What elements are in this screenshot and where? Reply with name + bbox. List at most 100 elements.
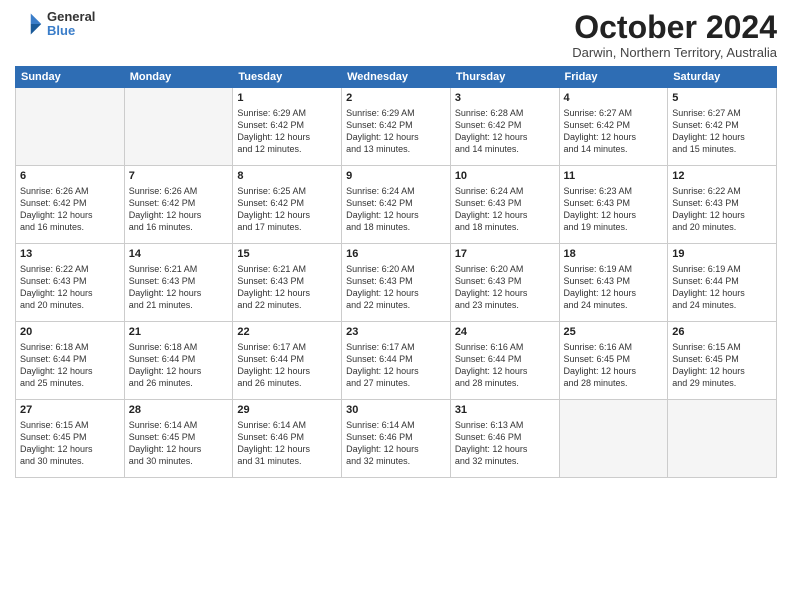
table-row: 24Sunrise: 6:16 AMSunset: 6:44 PMDayligh… bbox=[450, 322, 559, 400]
table-row: 4Sunrise: 6:27 AMSunset: 6:42 PMDaylight… bbox=[559, 88, 668, 166]
day-number: 11 bbox=[564, 169, 664, 184]
day-number: 4 bbox=[564, 91, 664, 106]
logo-text: General Blue bbox=[47, 10, 95, 39]
day-number: 18 bbox=[564, 247, 664, 262]
col-saturday: Saturday bbox=[668, 67, 777, 88]
day-info: Sunrise: 6:20 AMSunset: 6:43 PMDaylight:… bbox=[346, 263, 446, 312]
table-row: 28Sunrise: 6:14 AMSunset: 6:45 PMDayligh… bbox=[124, 400, 233, 478]
table-row: 5Sunrise: 6:27 AMSunset: 6:42 PMDaylight… bbox=[668, 88, 777, 166]
day-info: Sunrise: 6:24 AMSunset: 6:42 PMDaylight:… bbox=[346, 185, 446, 234]
day-info: Sunrise: 6:14 AMSunset: 6:46 PMDaylight:… bbox=[237, 419, 337, 468]
day-number: 3 bbox=[455, 91, 555, 106]
day-info: Sunrise: 6:26 AMSunset: 6:42 PMDaylight:… bbox=[129, 185, 229, 234]
header: General Blue October 2024 Darwin, Northe… bbox=[15, 10, 777, 60]
logo: General Blue bbox=[15, 10, 95, 39]
table-row: 2Sunrise: 6:29 AMSunset: 6:42 PMDaylight… bbox=[342, 88, 451, 166]
day-info: Sunrise: 6:26 AMSunset: 6:42 PMDaylight:… bbox=[20, 185, 120, 234]
table-row: 13Sunrise: 6:22 AMSunset: 6:43 PMDayligh… bbox=[16, 244, 125, 322]
day-info: Sunrise: 6:29 AMSunset: 6:42 PMDaylight:… bbox=[237, 107, 337, 156]
table-row: 31Sunrise: 6:13 AMSunset: 6:46 PMDayligh… bbox=[450, 400, 559, 478]
day-number: 16 bbox=[346, 247, 446, 262]
day-info: Sunrise: 6:16 AMSunset: 6:44 PMDaylight:… bbox=[455, 341, 555, 390]
col-sunday: Sunday bbox=[16, 67, 125, 88]
table-row bbox=[668, 400, 777, 478]
col-thursday: Thursday bbox=[450, 67, 559, 88]
table-row: 7Sunrise: 6:26 AMSunset: 6:42 PMDaylight… bbox=[124, 166, 233, 244]
table-row: 21Sunrise: 6:18 AMSunset: 6:44 PMDayligh… bbox=[124, 322, 233, 400]
day-number: 13 bbox=[20, 247, 120, 262]
table-row: 17Sunrise: 6:20 AMSunset: 6:43 PMDayligh… bbox=[450, 244, 559, 322]
calendar-week-row: 27Sunrise: 6:15 AMSunset: 6:45 PMDayligh… bbox=[16, 400, 777, 478]
day-info: Sunrise: 6:28 AMSunset: 6:42 PMDaylight:… bbox=[455, 107, 555, 156]
day-info: Sunrise: 6:27 AMSunset: 6:42 PMDaylight:… bbox=[564, 107, 664, 156]
day-number: 24 bbox=[455, 325, 555, 340]
day-info: Sunrise: 6:22 AMSunset: 6:43 PMDaylight:… bbox=[672, 185, 772, 234]
day-number: 20 bbox=[20, 325, 120, 340]
calendar-week-row: 1Sunrise: 6:29 AMSunset: 6:42 PMDaylight… bbox=[16, 88, 777, 166]
day-info: Sunrise: 6:17 AMSunset: 6:44 PMDaylight:… bbox=[237, 341, 337, 390]
title-block: October 2024 Darwin, Northern Territory,… bbox=[572, 10, 777, 60]
day-number: 7 bbox=[129, 169, 229, 184]
page: General Blue October 2024 Darwin, Northe… bbox=[0, 0, 792, 612]
day-info: Sunrise: 6:14 AMSunset: 6:46 PMDaylight:… bbox=[346, 419, 446, 468]
day-number: 29 bbox=[237, 403, 337, 418]
table-row: 22Sunrise: 6:17 AMSunset: 6:44 PMDayligh… bbox=[233, 322, 342, 400]
table-row: 1Sunrise: 6:29 AMSunset: 6:42 PMDaylight… bbox=[233, 88, 342, 166]
table-row: 30Sunrise: 6:14 AMSunset: 6:46 PMDayligh… bbox=[342, 400, 451, 478]
day-number: 10 bbox=[455, 169, 555, 184]
day-number: 27 bbox=[20, 403, 120, 418]
day-number: 5 bbox=[672, 91, 772, 106]
day-info: Sunrise: 6:13 AMSunset: 6:46 PMDaylight:… bbox=[455, 419, 555, 468]
day-info: Sunrise: 6:20 AMSunset: 6:43 PMDaylight:… bbox=[455, 263, 555, 312]
day-info: Sunrise: 6:27 AMSunset: 6:42 PMDaylight:… bbox=[672, 107, 772, 156]
table-row bbox=[16, 88, 125, 166]
table-row: 9Sunrise: 6:24 AMSunset: 6:42 PMDaylight… bbox=[342, 166, 451, 244]
table-row: 11Sunrise: 6:23 AMSunset: 6:43 PMDayligh… bbox=[559, 166, 668, 244]
table-row: 18Sunrise: 6:19 AMSunset: 6:43 PMDayligh… bbox=[559, 244, 668, 322]
col-tuesday: Tuesday bbox=[233, 67, 342, 88]
day-info: Sunrise: 6:14 AMSunset: 6:45 PMDaylight:… bbox=[129, 419, 229, 468]
table-row: 29Sunrise: 6:14 AMSunset: 6:46 PMDayligh… bbox=[233, 400, 342, 478]
day-number: 17 bbox=[455, 247, 555, 262]
table-row: 14Sunrise: 6:21 AMSunset: 6:43 PMDayligh… bbox=[124, 244, 233, 322]
day-number: 12 bbox=[672, 169, 772, 184]
day-info: Sunrise: 6:19 AMSunset: 6:44 PMDaylight:… bbox=[672, 263, 772, 312]
table-row: 6Sunrise: 6:26 AMSunset: 6:42 PMDaylight… bbox=[16, 166, 125, 244]
day-number: 19 bbox=[672, 247, 772, 262]
day-number: 23 bbox=[346, 325, 446, 340]
logo-line1: General bbox=[47, 10, 95, 24]
table-row: 20Sunrise: 6:18 AMSunset: 6:44 PMDayligh… bbox=[16, 322, 125, 400]
day-info: Sunrise: 6:17 AMSunset: 6:44 PMDaylight:… bbox=[346, 341, 446, 390]
table-row: 19Sunrise: 6:19 AMSunset: 6:44 PMDayligh… bbox=[668, 244, 777, 322]
day-info: Sunrise: 6:25 AMSunset: 6:42 PMDaylight:… bbox=[237, 185, 337, 234]
day-info: Sunrise: 6:15 AMSunset: 6:45 PMDaylight:… bbox=[20, 419, 120, 468]
table-row: 26Sunrise: 6:15 AMSunset: 6:45 PMDayligh… bbox=[668, 322, 777, 400]
calendar-header-row: Sunday Monday Tuesday Wednesday Thursday… bbox=[16, 67, 777, 88]
table-row: 27Sunrise: 6:15 AMSunset: 6:45 PMDayligh… bbox=[16, 400, 125, 478]
table-row: 10Sunrise: 6:24 AMSunset: 6:43 PMDayligh… bbox=[450, 166, 559, 244]
day-info: Sunrise: 6:21 AMSunset: 6:43 PMDaylight:… bbox=[129, 263, 229, 312]
month-title: October 2024 bbox=[572, 10, 777, 45]
day-info: Sunrise: 6:24 AMSunset: 6:43 PMDaylight:… bbox=[455, 185, 555, 234]
calendar-week-row: 13Sunrise: 6:22 AMSunset: 6:43 PMDayligh… bbox=[16, 244, 777, 322]
day-number: 1 bbox=[237, 91, 337, 106]
day-number: 22 bbox=[237, 325, 337, 340]
calendar-week-row: 6Sunrise: 6:26 AMSunset: 6:42 PMDaylight… bbox=[16, 166, 777, 244]
day-number: 31 bbox=[455, 403, 555, 418]
subtitle: Darwin, Northern Territory, Australia bbox=[572, 45, 777, 60]
day-number: 6 bbox=[20, 169, 120, 184]
col-friday: Friday bbox=[559, 67, 668, 88]
table-row: 23Sunrise: 6:17 AMSunset: 6:44 PMDayligh… bbox=[342, 322, 451, 400]
table-row bbox=[559, 400, 668, 478]
logo-line2: Blue bbox=[47, 24, 95, 38]
day-info: Sunrise: 6:19 AMSunset: 6:43 PMDaylight:… bbox=[564, 263, 664, 312]
day-number: 8 bbox=[237, 169, 337, 184]
table-row: 15Sunrise: 6:21 AMSunset: 6:43 PMDayligh… bbox=[233, 244, 342, 322]
day-info: Sunrise: 6:18 AMSunset: 6:44 PMDaylight:… bbox=[20, 341, 120, 390]
day-info: Sunrise: 6:16 AMSunset: 6:45 PMDaylight:… bbox=[564, 341, 664, 390]
table-row: 8Sunrise: 6:25 AMSunset: 6:42 PMDaylight… bbox=[233, 166, 342, 244]
day-number: 28 bbox=[129, 403, 229, 418]
calendar-week-row: 20Sunrise: 6:18 AMSunset: 6:44 PMDayligh… bbox=[16, 322, 777, 400]
col-monday: Monday bbox=[124, 67, 233, 88]
day-info: Sunrise: 6:21 AMSunset: 6:43 PMDaylight:… bbox=[237, 263, 337, 312]
